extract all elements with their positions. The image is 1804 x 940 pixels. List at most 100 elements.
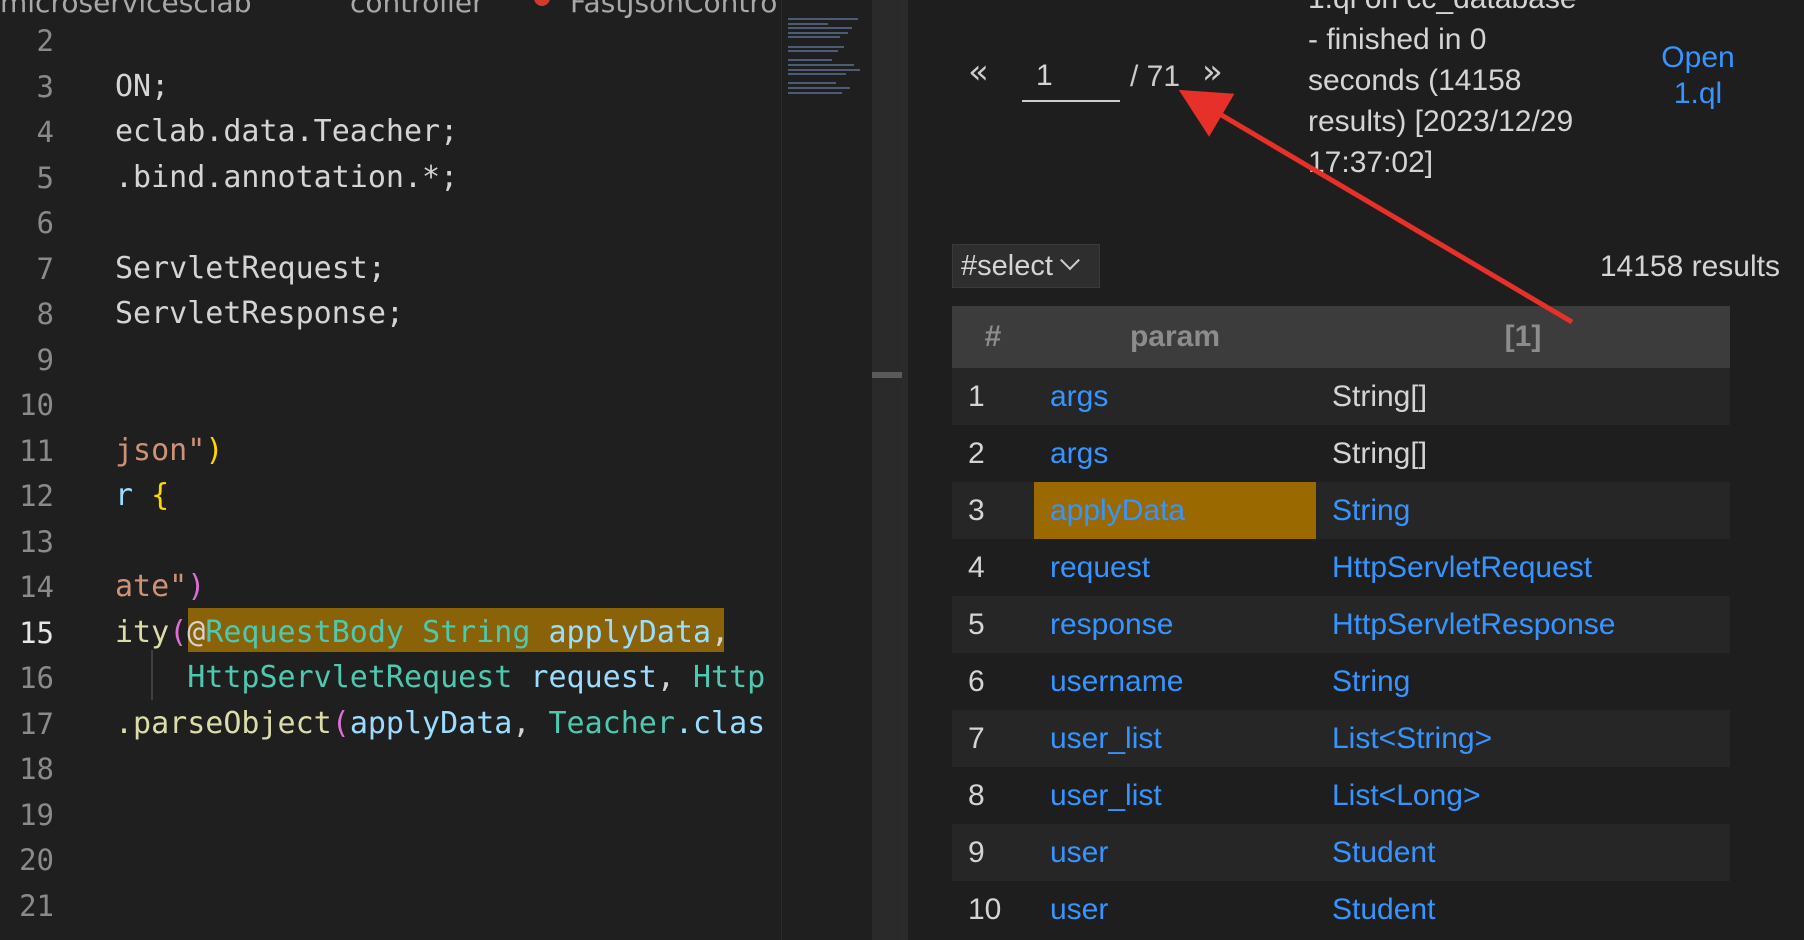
line-number: 4 xyxy=(36,115,54,149)
prev-page-button[interactable]: « xyxy=(968,52,989,92)
code-line[interactable]: HttpServletRequest request, Http xyxy=(115,655,765,701)
next-page-button[interactable]: » xyxy=(1202,52,1223,92)
code-line[interactable]: ServletResponse; xyxy=(115,291,404,337)
result-set-select[interactable]: #select xyxy=(952,244,1100,288)
query-info-line: seconds (14158 xyxy=(1308,64,1522,97)
code-line[interactable]: .bind.annotation.*; xyxy=(115,155,458,201)
table-row[interactable]: 10 user Student xyxy=(952,881,1730,938)
code-line[interactable]: ity(@RequestBody String applyData, xyxy=(115,610,729,656)
code-token: ( xyxy=(331,705,350,741)
scroll-thumb[interactable] xyxy=(872,372,902,378)
minimap-line xyxy=(788,45,844,48)
code-line[interactable]: json") xyxy=(115,428,223,474)
line-number: 17 xyxy=(19,706,54,741)
row-index: 5 xyxy=(952,596,1034,653)
result-count: 14158 results xyxy=(1599,250,1780,283)
table-row[interactable]: 8 user_list List<Long> xyxy=(952,767,1730,824)
page-number-input[interactable] xyxy=(1022,52,1120,102)
table-row[interactable]: 7 user_list List<String> xyxy=(952,710,1730,767)
table-row[interactable]: 5 response HttpServletResponse xyxy=(952,596,1730,653)
minimap-line xyxy=(788,36,840,39)
type-link[interactable]: List<String> xyxy=(1316,710,1730,767)
column-header-param[interactable]: param xyxy=(1034,306,1316,368)
table-header-row: # param [1] xyxy=(952,306,1730,368)
code-token: ServletResponse; xyxy=(115,296,404,331)
type-link[interactable]: Student xyxy=(1316,824,1730,881)
minimap-line xyxy=(788,18,858,20)
breadcrumb-controller[interactable]: controller xyxy=(350,0,484,18)
code-line[interactable]: ON; xyxy=(115,64,169,110)
code-token: ( xyxy=(169,614,188,650)
line-number: 2 xyxy=(36,24,54,58)
open-query-link[interactable]: Open 1.ql xyxy=(1628,40,1768,112)
param-link[interactable]: user xyxy=(1034,881,1316,938)
row-index: 7 xyxy=(952,710,1034,767)
row-index: 4 xyxy=(952,539,1034,596)
table-row[interactable]: 3 applyData String xyxy=(952,482,1730,539)
type-link[interactable]: HttpServletResponse xyxy=(1316,596,1730,653)
code-line[interactable]: eclab.data.Teacher; xyxy=(115,109,458,155)
column-header-value[interactable]: [1] xyxy=(1316,306,1730,368)
table-row[interactable]: 6 username String xyxy=(952,653,1730,710)
param-link[interactable]: response xyxy=(1034,596,1316,653)
param-link[interactable]: applyData xyxy=(1034,482,1316,539)
code-token: , xyxy=(711,614,730,650)
code-token: , xyxy=(512,705,549,741)
code-token: ) xyxy=(205,432,224,468)
minimap-line xyxy=(788,31,848,34)
code-token: .parseObject xyxy=(115,705,332,741)
table-row[interactable]: 4 request HttpServletRequest xyxy=(952,539,1730,596)
type-value: String[] xyxy=(1316,425,1730,482)
row-index: 8 xyxy=(952,767,1034,824)
row-index: 1 xyxy=(952,368,1034,425)
table-row[interactable]: 1 args String[] xyxy=(952,368,1730,425)
result-set-select-label: #select xyxy=(961,249,1053,282)
code-line[interactable]: r { xyxy=(115,473,169,519)
code-editor[interactable]: microservicesclab controller FastJsonCon… xyxy=(0,0,780,940)
line-number: 8 xyxy=(36,297,54,331)
type-link[interactable]: String xyxy=(1316,653,1730,710)
query-info: 1.ql on cc_database - finished in 0 seco… xyxy=(1308,0,1608,183)
line-number: 9 xyxy=(36,342,54,377)
minimap-line xyxy=(788,87,850,89)
open-link-line[interactable]: 1.ql xyxy=(1628,76,1768,112)
table-row[interactable]: 9 user Student xyxy=(952,824,1730,881)
param-link[interactable]: request xyxy=(1034,539,1316,596)
type-link[interactable]: String xyxy=(1316,482,1730,539)
line-number: 15 xyxy=(19,615,54,650)
code-token: ON; xyxy=(115,68,170,104)
param-link[interactable]: args xyxy=(1034,368,1316,425)
row-index: 2 xyxy=(952,425,1034,482)
minimap-line xyxy=(788,68,860,71)
param-link[interactable]: user xyxy=(1034,824,1316,881)
type-link[interactable]: Student xyxy=(1316,881,1730,938)
minimap[interactable] xyxy=(781,0,872,940)
minimap-line xyxy=(788,22,828,25)
code-line[interactable]: ate") xyxy=(115,564,205,610)
code-token: HttpServletRequest xyxy=(115,660,531,695)
code-line[interactable]: ServletRequest; xyxy=(115,246,386,292)
table-row[interactable]: 2 args String[] xyxy=(952,425,1730,482)
param-link[interactable]: args xyxy=(1034,425,1316,482)
code-line[interactable]: .parseObject(applyData, Teacher.clas xyxy=(115,701,765,747)
chevron-down-icon xyxy=(1059,250,1080,271)
minimap-line xyxy=(788,82,836,85)
breadcrumb-folder[interactable]: microservicesclab xyxy=(0,0,251,18)
column-header-index[interactable]: # xyxy=(952,306,1034,368)
param-link[interactable]: user_list xyxy=(1034,710,1316,767)
param-link[interactable]: username xyxy=(1034,653,1316,710)
code-token: { xyxy=(151,478,170,513)
query-info-line: results) [2023/12/29 xyxy=(1308,105,1574,138)
code-token: .clas xyxy=(674,705,766,741)
code-token: json" xyxy=(115,432,206,468)
code-token: ) xyxy=(187,569,206,604)
param-link[interactable]: user_list xyxy=(1034,767,1316,824)
open-link-line[interactable]: Open xyxy=(1628,40,1768,76)
query-info-line: 17:37:02] xyxy=(1308,146,1434,179)
minimap-line xyxy=(788,50,838,53)
type-value: String[] xyxy=(1316,368,1730,425)
type-link[interactable]: List<Long> xyxy=(1316,767,1730,824)
editor-scrollbar[interactable] xyxy=(872,0,902,940)
breadcrumb-file[interactable]: FastJsonController.java xyxy=(570,0,780,18)
type-link[interactable]: HttpServletRequest xyxy=(1316,539,1730,596)
